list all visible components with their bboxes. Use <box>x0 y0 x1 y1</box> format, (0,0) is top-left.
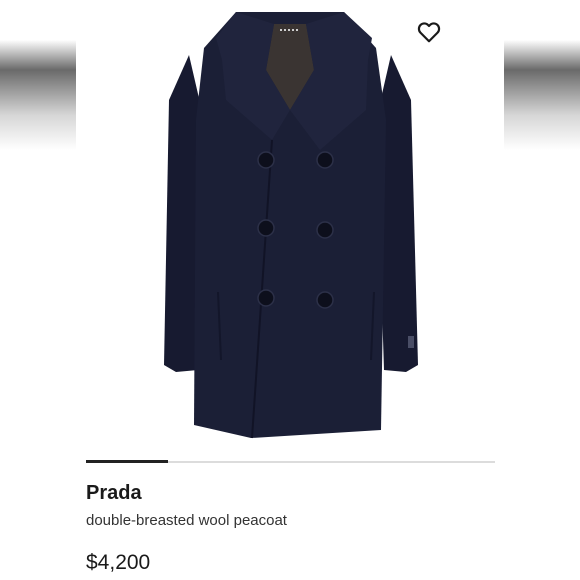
product-brand: Prada <box>86 482 142 504</box>
gallery-progress-indicator <box>86 460 168 463</box>
background-blur-left <box>0 0 76 580</box>
product-card[interactable]: Prada double-breasted wool peacoat $4,20… <box>76 0 504 580</box>
product-description: double-breasted wool peacoat <box>86 512 287 529</box>
heart-outline-icon[interactable] <box>416 19 442 45</box>
product-image <box>164 12 418 439</box>
gallery-progress-track <box>86 460 495 463</box>
product-price: $4,200 <box>86 551 151 574</box>
background-blur-right <box>504 0 580 580</box>
